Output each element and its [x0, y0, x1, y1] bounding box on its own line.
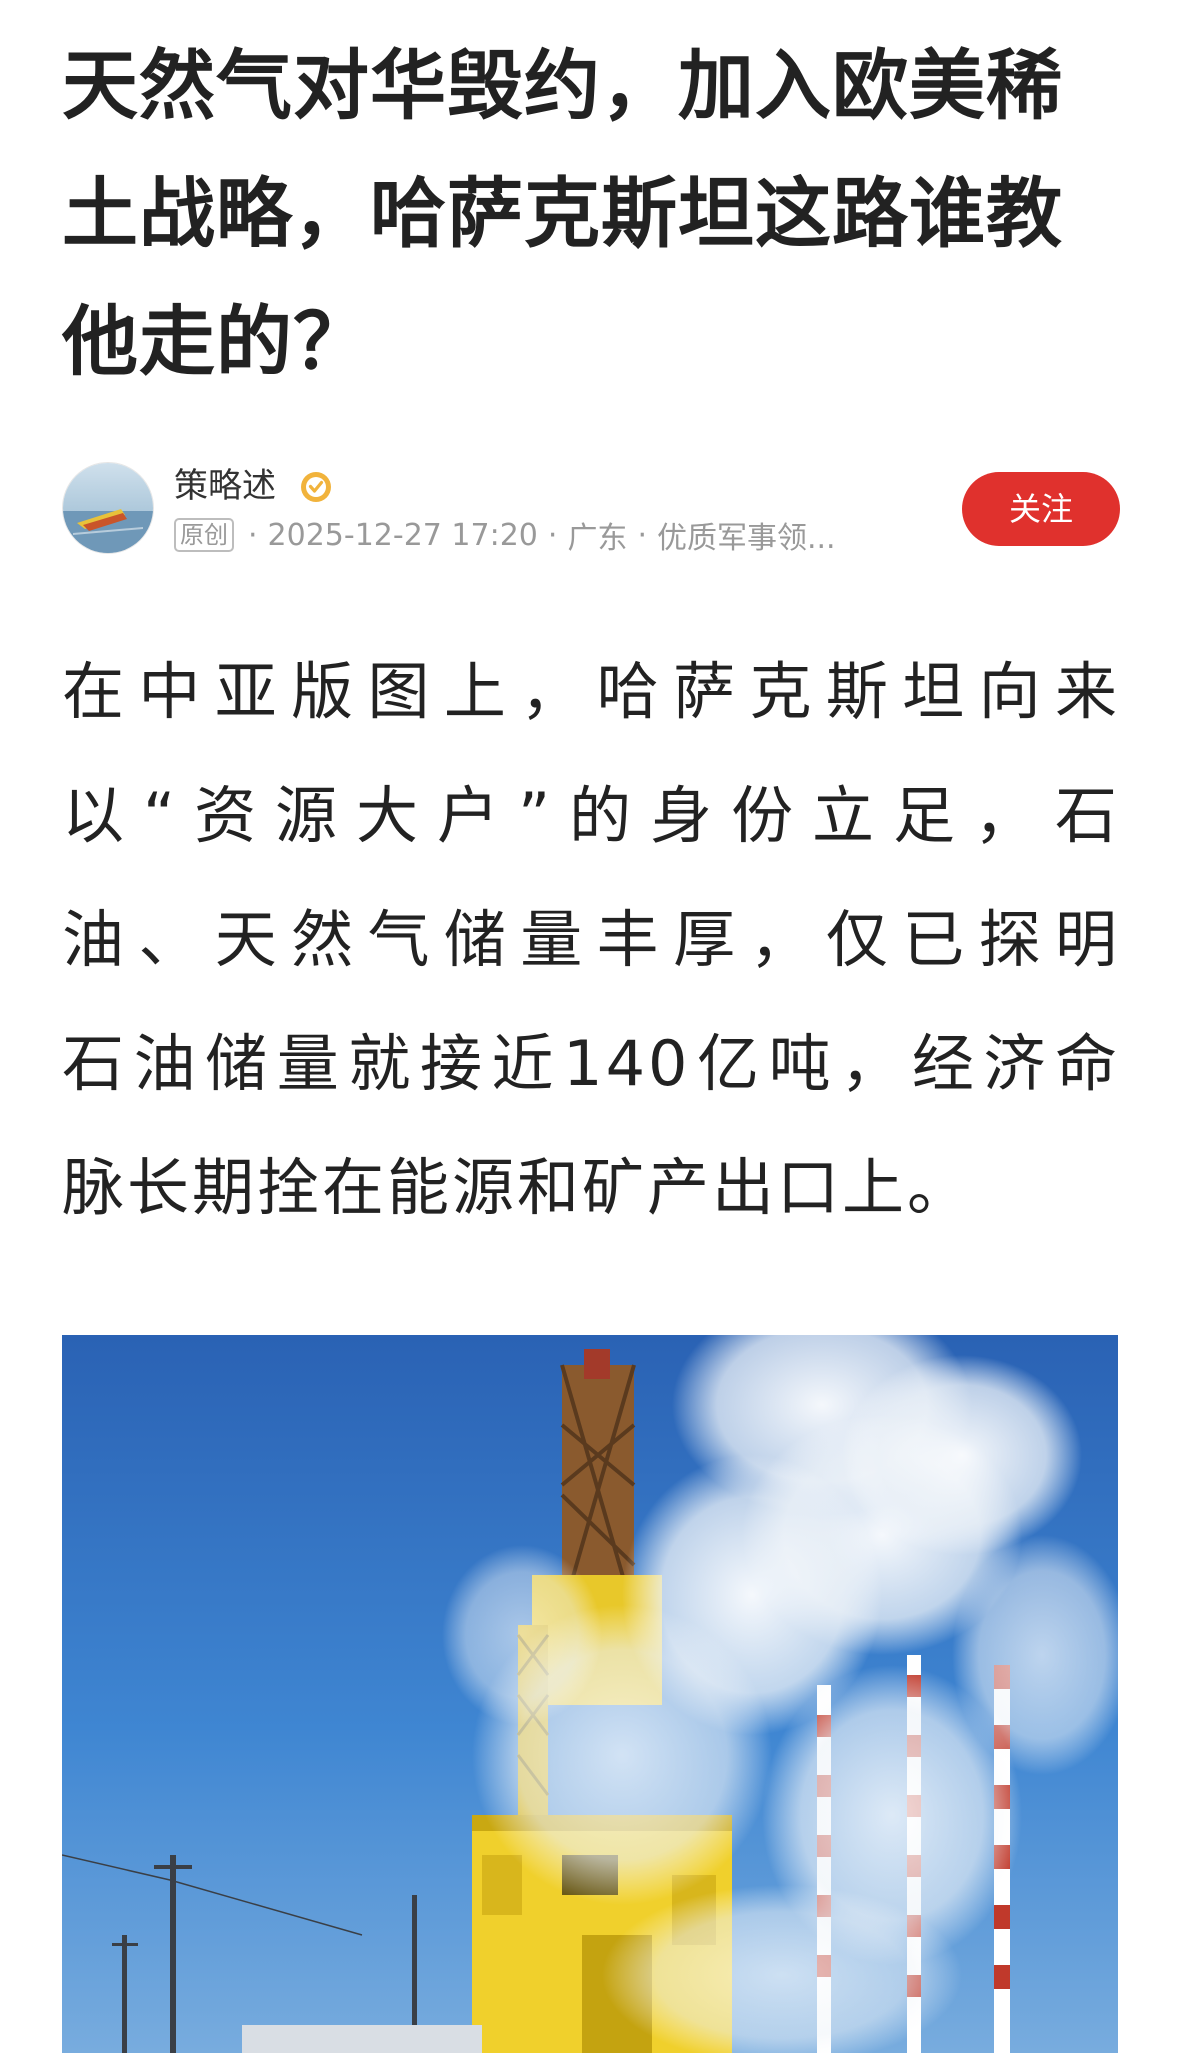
- avatar-image: [63, 463, 153, 553]
- author-tag: 优质军事领...: [656, 521, 836, 556]
- verified-badge-icon: [301, 472, 331, 502]
- oil-rig-photo: [62, 1335, 1118, 2053]
- body-line: 在中亚版图上，哈萨克斯坦向来: [62, 655, 1120, 728]
- article-image[interactable]: [62, 1335, 1118, 2053]
- author-name[interactable]: 策略述: [174, 464, 276, 508]
- body-line: 以“资源大户”的身份立足，石: [62, 779, 1120, 852]
- follow-button[interactable]: 关注: [962, 472, 1120, 546]
- author-avatar[interactable]: [62, 462, 154, 554]
- article-body: 在中亚版图上，哈萨克斯坦向来 以“资源大户”的身份立足，石 油、天然气储量丰厚，…: [62, 630, 1120, 1250]
- body-line: 油、天然气储量丰厚，仅已探明: [62, 903, 1120, 976]
- title-line: 天然气对华毁约，加入欧美稀: [62, 41, 1063, 130]
- article-title: 天然气对华毁约，加入欧美稀 土战略，哈萨克斯坦这路谁教 他走的？: [62, 22, 1122, 406]
- author-meta: 原创 · 2025-12-27 17:20 · 广东 · 优质军事领...: [174, 515, 846, 556]
- meta-separator: ·: [248, 517, 258, 553]
- publish-time: 2025-12-27 17:20: [267, 517, 538, 553]
- original-badge: 原创: [174, 518, 234, 552]
- author-row: 策略述 原创 · 2025-12-27 17:20 · 广东 · 优质军事领..…: [62, 460, 1120, 564]
- title-line: 他走的？: [62, 297, 370, 386]
- title-line: 土战略，哈萨克斯坦这路谁教: [62, 169, 1063, 258]
- meta-separator: ·: [547, 517, 558, 553]
- body-line: 石油储量就接近140亿吨，经济命: [62, 1027, 1120, 1100]
- meta-separator: ·: [637, 517, 647, 553]
- body-line: 脉长期拴在能源和矿产出口上。: [62, 1151, 973, 1224]
- publish-location: 广东: [567, 521, 628, 556]
